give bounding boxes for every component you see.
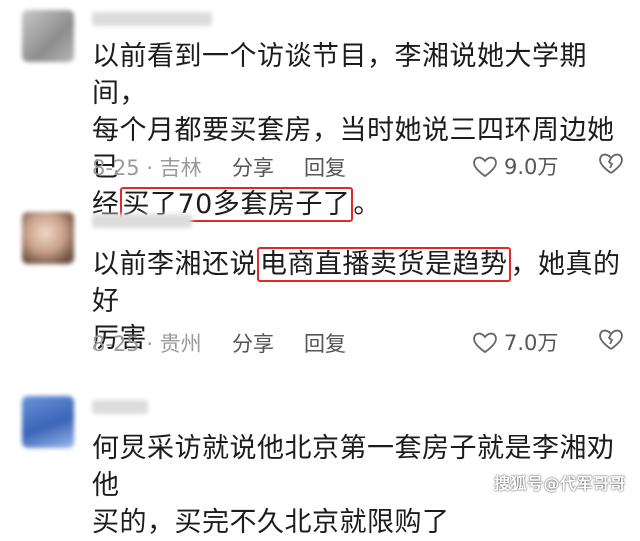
broken-heart-icon <box>599 329 623 350</box>
comment-line: 买的，买完不久北京就限购了 <box>92 507 450 538</box>
like-button[interactable]: 9.0万 <box>472 151 558 181</box>
reply-button[interactable]: 回复 <box>304 328 346 358</box>
dislike-button[interactable] <box>598 327 624 356</box>
reply-button[interactable]: 回复 <box>304 152 346 182</box>
heart-icon <box>473 156 497 178</box>
like-count: 7.0万 <box>504 331 559 355</box>
username-blurred[interactable] <box>92 400 148 414</box>
date-location: 8-25 · 贵州 <box>92 332 202 356</box>
like-count: 9.0万 <box>504 155 559 179</box>
comment-meta: 8-25 · 吉林 分享 回复 9.0万 <box>92 152 624 184</box>
comment-text: 以前看到一个访谈节目，李湘说她大学期间， 每个月都要买套房，当时她说三四环周边她… <box>92 38 622 223</box>
comment-meta: 8-25 · 贵州 分享 回复 7.0万 <box>92 328 624 360</box>
dislike-button[interactable] <box>598 151 624 180</box>
comment-line: 以前李湘还说 电商直播卖货是趋势 ，她真的好 <box>92 246 622 320</box>
highlight-box: 电商直播卖货是趋势 <box>257 247 511 282</box>
like-button[interactable]: 7.0万 <box>472 327 558 357</box>
avatar[interactable] <box>22 10 74 62</box>
username-blurred[interactable] <box>92 214 192 228</box>
watermark: 搜狐号@代军哥哥 <box>493 474 626 493</box>
avatar[interactable] <box>22 212 74 264</box>
share-button[interactable]: 分享 <box>232 152 274 182</box>
comment-text-segment: 以前李湘还说 <box>92 249 257 280</box>
broken-heart-icon <box>599 153 623 174</box>
share-button[interactable]: 分享 <box>232 328 274 358</box>
comment-line: 以前看到一个访谈节目，李湘说她大学期间， <box>92 41 587 109</box>
avatar[interactable] <box>22 396 74 448</box>
comment-text-segment: 。 <box>353 189 381 220</box>
username-blurred[interactable] <box>92 12 212 26</box>
heart-icon <box>473 332 497 354</box>
date-location: 8-25 · 吉林 <box>92 156 202 180</box>
